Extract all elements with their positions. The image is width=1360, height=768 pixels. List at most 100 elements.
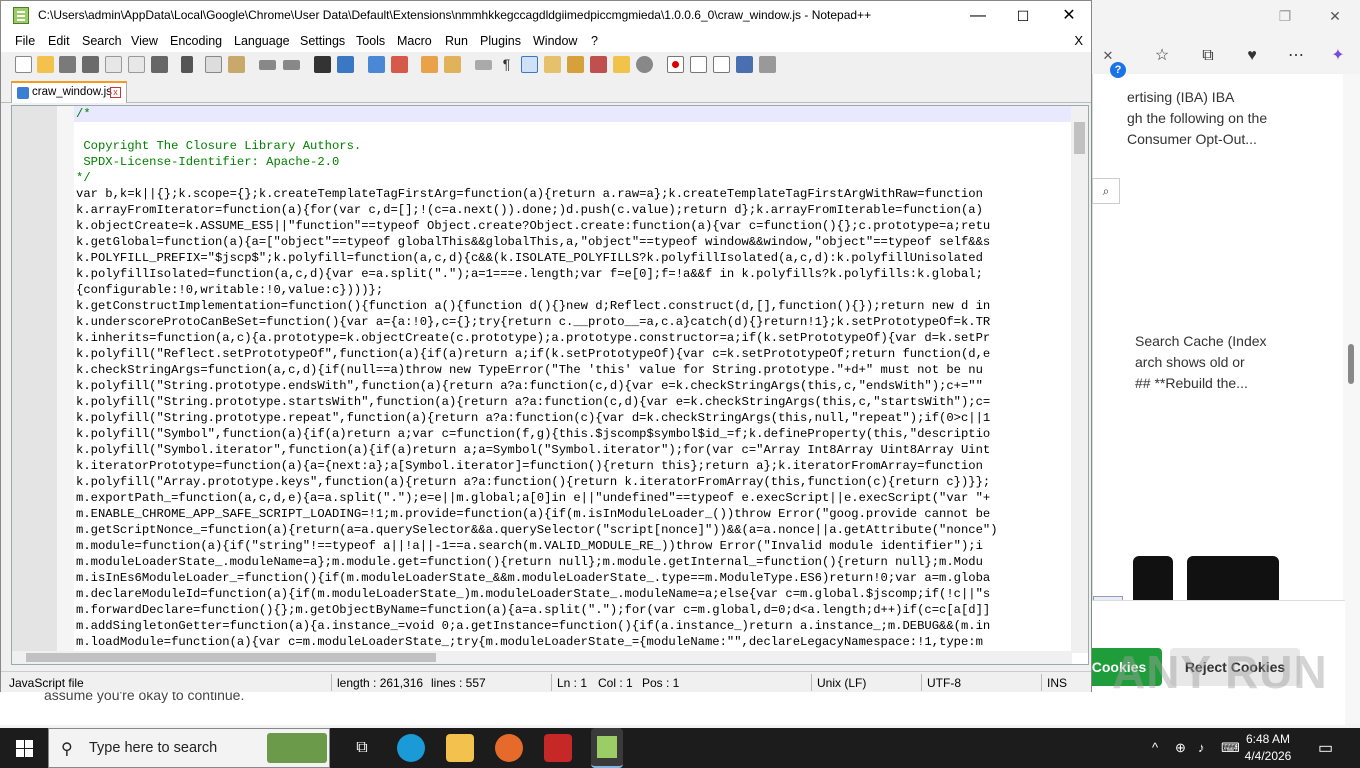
menu-plugins[interactable]: Plugins [480, 34, 521, 48]
code-line[interactable]: 20k.polyfill("String.prototype.repeat",f… [74, 410, 1072, 426]
code-line[interactable]: 28m.module=function(a){if("string"!==typ… [74, 538, 1072, 554]
minimize-button[interactable]: — [955, 1, 1001, 31]
close-all-icon[interactable] [128, 56, 145, 73]
more-menu-icon[interactable]: ⋯ [1284, 44, 1308, 68]
cut-icon[interactable] [181, 56, 193, 73]
code-line[interactable]: 13k.getConstructImplementation=function(… [74, 298, 1072, 314]
run-macro-multiple-icon[interactable] [736, 56, 753, 73]
code-line[interactable]: 1/*− [74, 106, 1072, 122]
code-line[interactable]: 18k.polyfill("String.prototype.endsWith"… [74, 378, 1072, 394]
copilot-icon[interactable]: ✦ [1326, 44, 1350, 68]
code-line[interactable]: 27m.getScriptNonce_=function(a){return(a… [74, 522, 1072, 538]
folder-workspace-icon[interactable] [613, 56, 630, 73]
redo-icon[interactable] [283, 60, 300, 70]
undo-icon[interactable] [259, 60, 276, 70]
menu-settings[interactable]: Settings [300, 34, 345, 48]
browser-search-icon[interactable]: ⌕ [1092, 178, 1120, 204]
sync-vertical-icon[interactable] [421, 56, 438, 73]
extension-icon[interactable]: ♥ [1240, 44, 1264, 68]
code-line[interactable]: 17k.checkStringArgs=function(a,c,d){if(n… [74, 362, 1072, 378]
menu-search[interactable]: Search [82, 34, 122, 48]
maximize-button[interactable]: ☐ [1000, 1, 1046, 31]
code-line[interactable]: 19k.polyfill("String.prototype.startsWit… [74, 394, 1072, 410]
start-button[interactable] [0, 728, 48, 768]
browser-restore-icon[interactable]: ❐ [1270, 8, 1300, 28]
code-line[interactable]: 29m.moduleLoaderState_.moduleName=a};m.m… [74, 554, 1072, 570]
code-line[interactable]: 12{configurable:!0,writable:!0,value:c})… [74, 282, 1072, 298]
language-icon[interactable]: ⌨ [1221, 740, 1240, 756]
system-clock[interactable]: 6:48 AM 4/4/2026 [1240, 731, 1296, 765]
save-all-icon[interactable] [82, 56, 99, 73]
monitoring-icon[interactable] [636, 56, 653, 73]
code-line[interactable]: 8k.objectCreate=k.ASSUME_ES5||"function"… [74, 218, 1072, 234]
sync-horizontal-icon[interactable] [444, 56, 461, 73]
help-icon[interactable]: ? [1110, 62, 1126, 78]
code-line[interactable]: 15k.inherits=function(a,c){a.prototype=k… [74, 330, 1072, 346]
browser-scroll-thumb[interactable] [1348, 344, 1354, 384]
collections-icon[interactable]: ⧉ [1196, 44, 1220, 68]
notepadpp-taskbar-icon[interactable] [591, 728, 623, 768]
code-line[interactable]: 2 [74, 122, 1072, 138]
file-explorer-icon[interactable] [446, 734, 474, 762]
code-line[interactable]: 14k.underscoreProtoCanBeSet=function(){v… [74, 314, 1072, 330]
menu-window[interactable]: Window [533, 34, 577, 48]
code-line[interactable]: 16k.polyfill("Reflect.setPrototypeOf",fu… [74, 346, 1072, 362]
close-file-icon[interactable] [105, 56, 122, 73]
zoom-in-icon[interactable] [368, 56, 385, 73]
firefox-icon[interactable] [495, 734, 523, 762]
code-line[interactable]: 10k.POLYFILL_PREFIX="$jscp$";k.polyfill=… [74, 250, 1072, 266]
open-file-icon[interactable] [37, 56, 54, 73]
vertical-scroll-thumb[interactable] [1074, 122, 1085, 154]
code-line[interactable]: 31m.declareModuleId=function(a){if(m.mod… [74, 586, 1072, 602]
menu-run[interactable]: Run [445, 34, 468, 48]
menu-macro[interactable]: Macro [397, 34, 432, 48]
indent-guide-icon[interactable] [521, 56, 538, 73]
app-icon[interactable] [544, 734, 572, 762]
code-line[interactable]: 26m.ENABLE_CHROME_APP_SAFE_SCRIPT_LOADIN… [74, 506, 1072, 522]
zoom-out-icon[interactable] [391, 56, 408, 73]
code-area[interactable]: 1/*−23 Copyright The Closure Library Aut… [74, 106, 1072, 653]
tray-chevron-icon[interactable]: ^ [1152, 740, 1158, 755]
task-view-icon[interactable]: ⧉ [348, 734, 376, 762]
close-button[interactable]: ✕ [1046, 1, 1092, 31]
menu-view[interactable]: View [131, 34, 158, 48]
code-line[interactable]: 5*/ [74, 170, 1072, 186]
menu-edit[interactable]: Edit [48, 34, 70, 48]
word-wrap-icon[interactable] [475, 60, 492, 70]
new-file-icon[interactable] [15, 56, 32, 73]
code-line[interactable]: 23k.iteratorPrototype=function(a){a={nex… [74, 458, 1072, 474]
tab-close-icon[interactable]: x [110, 87, 121, 98]
record-macro-icon[interactable] [667, 56, 684, 73]
code-line[interactable]: 6var b,k=k||{};k.scope={};k.createTempla… [74, 186, 1072, 202]
code-line[interactable]: 30m.isInEs6ModuleLoader_=function(){if(m… [74, 570, 1072, 586]
code-line[interactable]: 34m.loadModule=function(a){var c=m.modul… [74, 634, 1072, 650]
menu-help[interactable]: ? [591, 34, 598, 48]
menu-encoding[interactable]: Encoding [170, 34, 222, 48]
code-line[interactable]: 11k.polyfillIsolated=function(a,c,d){var… [74, 266, 1072, 282]
code-line[interactable]: 25m.exportPath_=function(a,c,d,e){a=a.sp… [74, 490, 1072, 506]
menu-tools[interactable]: Tools [356, 34, 385, 48]
find-icon[interactable] [314, 56, 331, 73]
favorites-star-icon[interactable]: ☆ [1150, 44, 1174, 68]
notification-icon[interactable]: ▭ [1318, 738, 1333, 758]
code-editor[interactable]: 1/*−23 Copyright The Closure Library Aut… [11, 105, 1089, 665]
code-line[interactable]: 9k.getGlobal=function(a){a=["object"==ty… [74, 234, 1072, 250]
code-line[interactable]: 22k.polyfill("Symbol.iterator",function(… [74, 442, 1072, 458]
taskbar-search-box[interactable]: ⚲ Type here to search [48, 728, 330, 768]
document-map-icon[interactable] [567, 56, 584, 73]
edge-icon[interactable] [397, 734, 425, 762]
code-line[interactable]: 33m.addSingletonGetter=function(a){a.ins… [74, 618, 1072, 634]
save-icon[interactable] [59, 56, 76, 73]
function-list-icon[interactable] [590, 56, 607, 73]
code-line[interactable]: 7k.arrayFromIterator=function(a){for(var… [74, 202, 1072, 218]
menu-file[interactable]: File [15, 34, 35, 48]
volume-icon[interactable]: ♪ [1198, 740, 1205, 755]
show-all-characters-icon[interactable]: ¶ [498, 56, 515, 73]
print-icon[interactable] [151, 56, 168, 73]
code-line[interactable]: 21k.polyfill("Symbol",function(a){if(a)r… [74, 426, 1072, 442]
replace-icon[interactable] [337, 56, 354, 73]
play-macro-icon[interactable] [713, 56, 730, 73]
vertical-scrollbar[interactable] [1071, 106, 1088, 653]
close-document-x[interactable]: X [1074, 33, 1083, 48]
horizontal-scrollbar[interactable] [12, 651, 1072, 664]
